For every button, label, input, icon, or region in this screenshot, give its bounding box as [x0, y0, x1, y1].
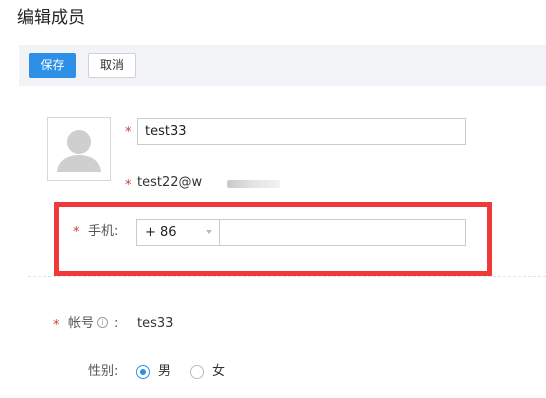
required-mark: * [73, 225, 80, 240]
account-value: tes33 [137, 316, 174, 331]
required-mark: * [125, 125, 132, 140]
cancel-button[interactable]: 取消 [88, 53, 136, 78]
chevron-down-icon [206, 230, 212, 234]
country-code-value: + 86 [145, 225, 177, 240]
gender-male-label[interactable]: 男 [158, 364, 171, 380]
account-colon: : [114, 316, 119, 331]
gender-female-radio[interactable] [190, 365, 204, 379]
avatar-placeholder-icon [48, 118, 110, 180]
phone-label: 手机: [88, 224, 119, 239]
required-mark: * [125, 178, 132, 193]
email-redaction [227, 180, 280, 188]
phone-field: + 86 [136, 219, 466, 246]
edit-member-page: 编辑成员 保存 取消 * test33 * test22@w * 手机: + 8… [0, 0, 546, 398]
info-icon[interactable]: i [97, 317, 108, 328]
save-button[interactable]: 保存 [29, 53, 76, 78]
required-mark: * [53, 318, 60, 333]
avatar[interactable] [47, 117, 111, 181]
gender-label: 性别: [88, 364, 119, 379]
country-code-select[interactable]: + 86 [137, 220, 220, 245]
page-title: 编辑成员 [17, 8, 85, 28]
gender-female-label[interactable]: 女 [212, 364, 225, 380]
account-label: 帐号 [68, 316, 95, 331]
toolbar: 保存 取消 [19, 45, 546, 86]
email-text: test22@w [137, 175, 203, 190]
gender-male-radio[interactable] [136, 365, 150, 379]
name-input[interactable]: test33 [137, 118, 466, 145]
phone-number-input[interactable] [221, 220, 465, 245]
section-divider [28, 276, 546, 277]
